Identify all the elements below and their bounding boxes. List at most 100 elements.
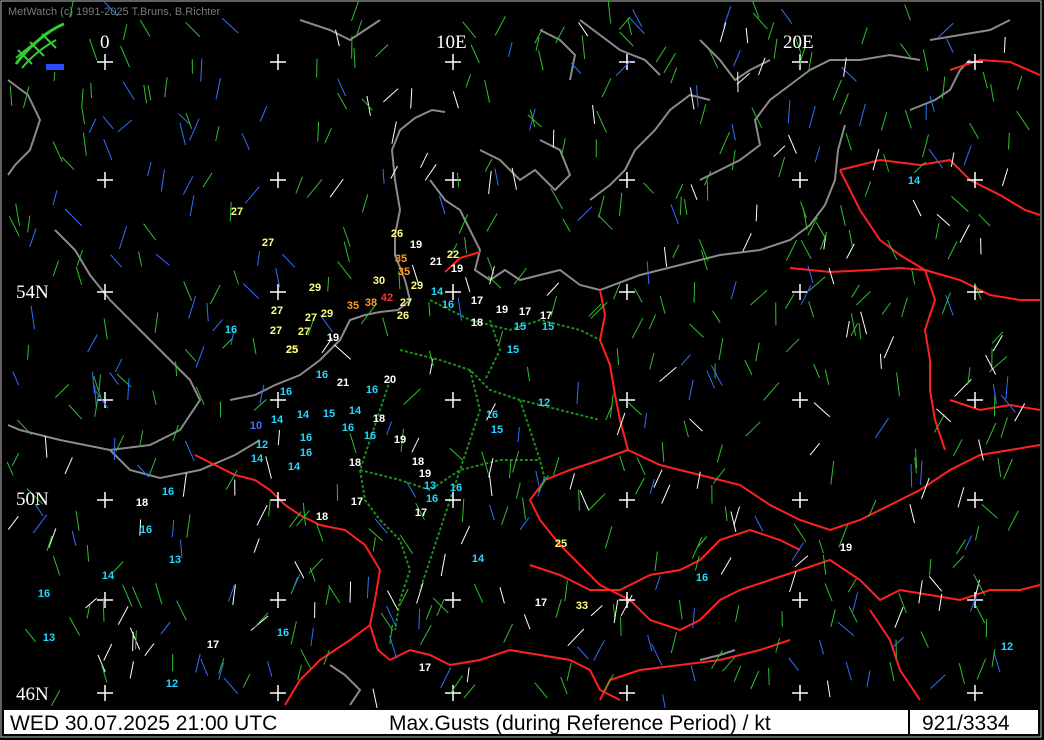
grid-cross (792, 592, 808, 608)
wind-barb (1017, 75, 1023, 90)
wind-barb (399, 588, 409, 606)
gust-value: 14 (349, 405, 362, 417)
wind-barb (334, 344, 352, 360)
gust-value: 29 (411, 280, 423, 292)
wind-barb (337, 261, 352, 280)
grid-cross (792, 172, 808, 188)
wind-barb (129, 661, 134, 679)
gust-value: 27 (270, 325, 282, 337)
wind-barb (50, 689, 61, 706)
wind-barb (800, 239, 812, 260)
wind-barb (822, 555, 827, 575)
map-border (0, 0, 1042, 738)
wind-barb (464, 237, 467, 254)
wind-barb (102, 598, 105, 622)
wind-barb (1000, 394, 1016, 413)
wind-barb (920, 460, 923, 485)
gust-value: 15 (491, 424, 503, 436)
wind-barb (382, 317, 389, 337)
wind-barb (195, 346, 205, 368)
gust-value: 10 (250, 420, 262, 432)
wind-barb (30, 305, 35, 330)
wind-barb (880, 112, 888, 131)
wind-barb (561, 138, 566, 155)
gust-value: 16 (450, 482, 462, 494)
gust-value: 12 (256, 439, 268, 451)
wind-barb (788, 657, 799, 671)
wind-barb (8, 216, 20, 237)
wind-barb (848, 229, 853, 247)
wind-barb (732, 50, 741, 67)
wind-barb (719, 131, 730, 155)
wind-barb (928, 148, 943, 169)
wind-barb (52, 260, 59, 277)
wind-barb (86, 544, 90, 562)
wind-barb (947, 241, 958, 260)
wind-barb (969, 122, 979, 139)
wind-barb (75, 266, 83, 285)
wind-barb (649, 352, 655, 370)
wind-barb (802, 207, 808, 230)
wind-barb (6, 461, 14, 476)
wind-barb (663, 246, 668, 267)
wind-barb (215, 77, 221, 100)
wind-barb (420, 152, 429, 168)
wind-barb (643, 182, 654, 194)
wind-barb (647, 635, 653, 652)
wind-barb (184, 348, 197, 362)
wind-barb (329, 178, 344, 198)
grid-cross (445, 685, 461, 701)
wind-barb (590, 605, 603, 617)
gust-value: 14 (297, 409, 310, 421)
wind-barb (351, 0, 360, 22)
wind-barb (529, 108, 536, 131)
wind-barb (690, 665, 696, 682)
gust-value: 15 (514, 321, 526, 333)
wind-barb (814, 146, 821, 163)
wind-barb (874, 417, 889, 439)
wind-barb (911, 269, 916, 285)
wind-barb (780, 8, 793, 24)
wind-barb (581, 35, 586, 59)
wind-barb (1005, 376, 1009, 400)
wind-barb (139, 430, 144, 445)
grid-cross (97, 172, 113, 188)
wind-barb (651, 643, 663, 666)
wind-barb (155, 582, 163, 604)
wind-barb (71, 530, 77, 546)
gust-value: 19 (327, 332, 339, 344)
wind-barb (463, 684, 476, 699)
wind-barb (1003, 458, 1013, 480)
wind-barb (596, 110, 607, 133)
gust-value: 14 (102, 570, 115, 582)
wind-barb (523, 614, 531, 630)
gust-value: 15 (323, 408, 335, 420)
wind-barb (634, 288, 643, 303)
wind-barb (501, 506, 509, 526)
gust-value: 21 (337, 377, 349, 389)
wind-barb (997, 457, 1002, 477)
wind-barb (851, 284, 860, 298)
grid-cross (270, 492, 286, 508)
grid-cross (967, 685, 983, 701)
gust-value: 30 (373, 275, 385, 287)
wind-barb (837, 621, 855, 636)
wind-barb (724, 506, 728, 521)
wind-barb (81, 88, 84, 109)
wind-barb (649, 478, 655, 495)
wind-barb (420, 624, 432, 645)
wind-barb (494, 15, 506, 36)
wind-barb (815, 221, 827, 239)
wind-barb (100, 663, 108, 683)
wind-barb (778, 156, 786, 178)
wind-barb (183, 281, 193, 301)
wind-barb (511, 167, 517, 190)
wind-barb (522, 497, 526, 520)
wind-barb (859, 103, 866, 127)
wind-barb (889, 661, 895, 682)
wind-barb (242, 283, 260, 299)
wind-barb (813, 363, 820, 378)
lat-label-50n: 50N (16, 489, 49, 510)
wind-barb (1001, 168, 1009, 187)
wind-barb (103, 139, 113, 161)
